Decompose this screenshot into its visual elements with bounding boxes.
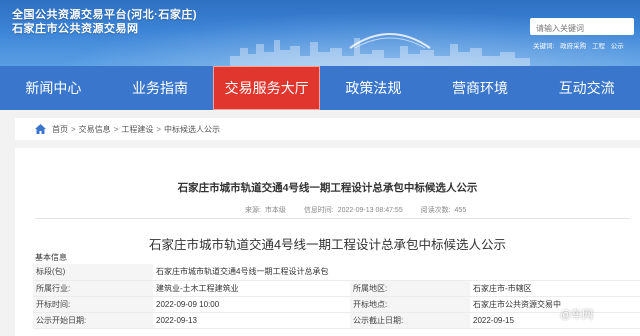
site-title-line1: 全国公共资源交易平台(河北·石家庄) xyxy=(12,9,197,21)
field-label: 公示截止日期: xyxy=(350,312,470,330)
breadcrumb-separator: > xyxy=(71,124,76,134)
field-label: 所属行业: xyxy=(33,280,153,297)
nav-item-business-env[interactable]: 营商环境 xyxy=(427,66,534,110)
time-value: 2022-09-13 08:47:55 xyxy=(337,207,403,214)
table-row: 开标时间: 2022-09-09 10:00 开标地点: 石家庄市公共资源交易中 xyxy=(33,296,640,314)
breadcrumb-item[interactable]: 交易信息 xyxy=(79,124,111,135)
nav-item-policy[interactable]: 政策法规 xyxy=(320,66,427,110)
field-value: 2022-09-15 xyxy=(470,312,640,330)
site-title[interactable]: 全国公共资源交易平台(河北·石家庄) 石家庄市公共资源交易网 xyxy=(12,8,197,36)
keyword-link[interactable]: 公示 xyxy=(611,43,624,50)
nav-item-guide[interactable]: 业务指南 xyxy=(107,66,214,110)
views-value: 455 xyxy=(454,207,467,214)
source-value: 市本级 xyxy=(264,207,286,214)
keyword-link[interactable]: 工程 xyxy=(592,43,605,50)
search-input[interactable] xyxy=(530,20,634,37)
main-nav: 新闻中心 业务指南 交易服务大厅 政策法规 营商环境 互动交流 xyxy=(0,66,640,110)
field-value: 2022-09-09 10:00 xyxy=(153,296,350,314)
source-label: 来源: xyxy=(245,207,261,214)
breadcrumb-item[interactable]: 工程建设 xyxy=(121,124,153,135)
keyword-link[interactable]: 政府采购 xyxy=(560,43,586,50)
announcement-heading: 石家庄市城市轨道交通4号线一期工程设计总承包中标候选人公示 xyxy=(149,238,506,252)
views-label: 阅读次数: xyxy=(420,207,451,214)
home-icon[interactable] xyxy=(35,124,46,134)
watermark: @车网 xyxy=(560,309,594,321)
site-title-line2: 石家庄市公共资源交易网 xyxy=(12,23,139,35)
nav-item-interaction[interactable]: 互动交流 xyxy=(533,66,640,110)
time-label: 信息时间: xyxy=(303,207,334,214)
breadcrumb-item-current[interactable]: 中标候选人公示 xyxy=(164,124,220,135)
field-value: 石家庄市公共资源交易中 xyxy=(470,296,640,314)
divider xyxy=(35,218,630,219)
field-label: 公示开始日期: xyxy=(33,312,153,330)
table-row: 标段(包) 石家庄市城市轨道交通4号线一期工程设计总承包 xyxy=(33,264,640,281)
nav-item-news[interactable]: 新闻中心 xyxy=(0,66,107,110)
article-card: 石家庄市城市轨道交通4号线一期工程设计总承包中标候选人公示 来源: 市本级 信息… xyxy=(15,148,640,336)
basic-info-label: 基本信息 xyxy=(35,253,67,262)
table-row: 所属行业: 建筑业-土木工程建筑业 所属地区: 石家庄市-市辖区 xyxy=(33,280,640,297)
field-value: 石家庄市-市辖区 xyxy=(470,280,640,297)
city-skyline-illustration xyxy=(230,33,530,66)
breadcrumb-separator: > xyxy=(113,124,119,134)
search-box xyxy=(530,18,634,37)
field-value: 建筑业-土木工程建筑业 xyxy=(153,280,350,297)
breadcrumb: 首页 > 交易信息 > 工程建设 > 中标候选人公示 xyxy=(15,118,640,140)
field-label: 所属地区: xyxy=(350,280,470,297)
article-title: 石家庄市城市轨道交通4号线一期工程设计总承包中标候选人公示 xyxy=(177,182,478,194)
breadcrumb-separator: > xyxy=(156,124,162,134)
keywords-bar: 关键词: 政府采购 工程 公示 xyxy=(533,40,628,50)
field-label: 开标时间: xyxy=(33,296,153,314)
basic-info-table: 标段(包) 石家庄市城市轨道交通4号线一期工程设计总承包 所属行业: 建筑业-土… xyxy=(33,264,640,330)
breadcrumb-item[interactable]: 首页 xyxy=(52,124,68,135)
keywords-label: 关键词: xyxy=(533,43,555,50)
article-meta: 来源: 市本级 信息时间: 2022-09-13 08:47:55 阅读次数: … xyxy=(245,205,468,215)
field-value: 石家庄市城市轨道交通4号线一期工程设计总承包 xyxy=(153,264,640,281)
field-value: 2022-09-13 xyxy=(153,312,350,330)
table-row: 公示开始日期: 2022-09-13 公示截止日期: 2022-09-15 xyxy=(33,312,640,330)
field-label: 开标地点: xyxy=(350,296,470,314)
nav-item-trading-hall[interactable]: 交易服务大厅 xyxy=(213,66,321,110)
field-label: 标段(包) xyxy=(33,264,153,281)
header-banner: 全国公共资源交易平台(河北·石家庄) 石家庄市公共资源交易网 关键词: 政府采购… xyxy=(0,0,640,66)
